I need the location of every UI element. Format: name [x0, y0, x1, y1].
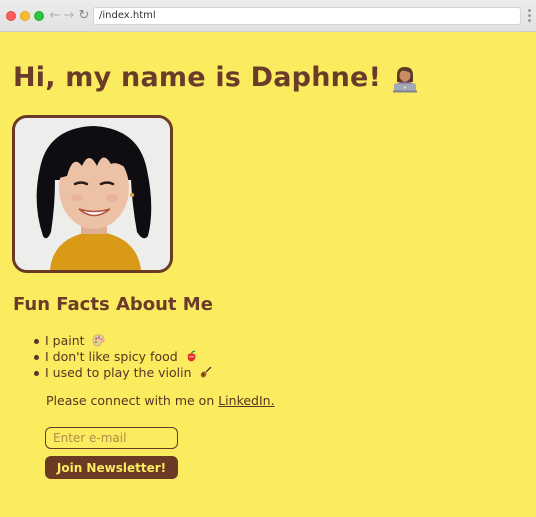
hot-pepper-icon	[187, 350, 196, 362]
fun-facts-list: I paint I don't like spicy food I used t…	[32, 333, 212, 381]
linkedin-link[interactable]: LinkedIn.	[218, 393, 274, 408]
minimize-window-button[interactable]	[20, 11, 30, 21]
reload-icon[interactable]: ↻	[77, 8, 91, 24]
fact-text: I don't like spicy food	[45, 349, 178, 364]
email-field[interactable]	[45, 427, 178, 449]
list-item: I paint	[32, 333, 212, 349]
woman-technologist-icon	[392, 66, 417, 92]
browser-menu-icon[interactable]	[528, 9, 532, 23]
portrait-illustration	[15, 118, 170, 270]
maximize-window-button[interactable]	[34, 11, 44, 21]
back-arrow-icon[interactable]: ←	[48, 8, 62, 24]
close-window-button[interactable]	[6, 11, 16, 21]
page-title-text: Hi, my name is Daphne!	[13, 62, 382, 93]
forward-arrow-icon[interactable]: →	[62, 8, 76, 24]
join-newsletter-button[interactable]: Join Newsletter!	[45, 456, 178, 479]
violin-icon	[200, 366, 211, 378]
section-title: Fun Facts About Me	[13, 294, 213, 315]
page-title: Hi, my name is Daphne!	[13, 62, 419, 93]
connect-text: Please connect with me on LinkedIn.	[46, 393, 275, 408]
connect-label: Please connect with me on	[46, 393, 219, 408]
fact-text: I paint	[45, 333, 85, 348]
list-item: I used to play the violin	[32, 365, 212, 381]
palette-icon	[92, 334, 104, 347]
address-bar[interactable]: /index.html	[93, 7, 521, 25]
list-item: I don't like spicy food	[32, 349, 212, 365]
fact-text: I used to play the violin	[45, 365, 192, 380]
browser-toolbar: ← → ↻ /index.html	[0, 0, 536, 32]
profile-photo	[12, 115, 173, 273]
